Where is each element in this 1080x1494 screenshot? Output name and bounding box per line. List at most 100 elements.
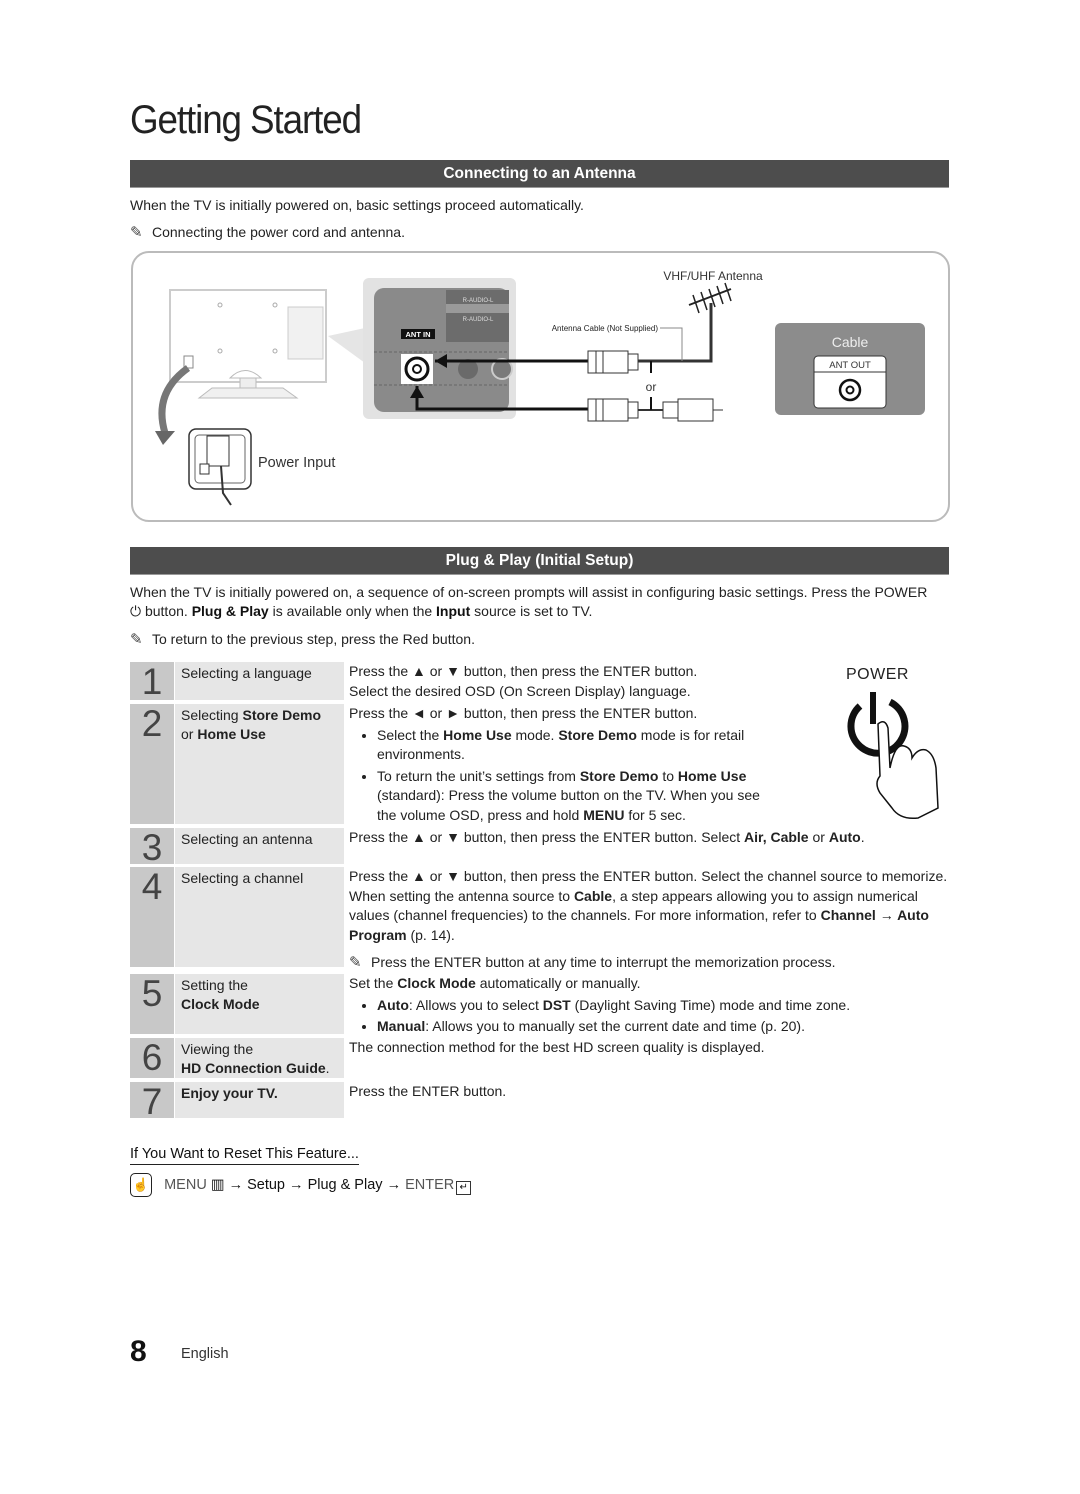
term: MENU: [583, 806, 625, 823]
hand-icon: [876, 721, 939, 820]
bullet-item: Select the Home Use mode. Store Demo mod…: [377, 726, 769, 765]
step-label: Setting the Clock Mode: [175, 974, 344, 1034]
step-label: Selecting a language: [175, 662, 344, 700]
label-text: Selecting: [181, 707, 239, 723]
curved-arrow-icon: [158, 365, 191, 435]
coax-connector-1: [587, 350, 639, 374]
step-number: 2: [130, 704, 174, 824]
power-press-illustration: [847, 692, 939, 820]
vhf-uhf-antenna-label: VHF/UHF Antenna: [663, 269, 763, 283]
ant-in-panel: ANT IN R-AUDIO-L R-AUDIO-L: [363, 278, 516, 419]
antenna-intro: When the TV is initially powered on, bas…: [130, 197, 584, 213]
step-number: 7: [130, 1082, 174, 1122]
term: Store Demo: [558, 726, 637, 743]
page-number: 8: [130, 1335, 147, 1368]
plug-play-term: Plug & Play: [191, 603, 269, 619]
reset-feature-heading: If You Want to Reset This Feature...: [130, 1146, 359, 1165]
power-word: POWER: [874, 584, 928, 600]
step-description: Set the Clock Mode automatically or manu…: [349, 974, 949, 1039]
plug-play-intro: When the TV is initially powered on, a s…: [130, 583, 930, 621]
text: or: [812, 829, 825, 845]
step-label: Selecting Store Demo or Home Use: [175, 704, 344, 824]
step-number: 1: [130, 662, 174, 702]
bullet-item: To return the unit’s settings from Store…: [377, 767, 769, 826]
step-description: Press the ▲ or ▼ button, then press the …: [349, 662, 697, 701]
step-description: The connection method for the best HD sc…: [349, 1039, 765, 1055]
menu-label: MENU: [164, 1176, 207, 1193]
term: Store Demo: [579, 767, 659, 784]
label-term: Clock Mode: [181, 996, 260, 1012]
step-label: Enjoy your TV.: [175, 1082, 344, 1118]
arrow: →: [386, 1176, 402, 1193]
intro-text: source is set to TV.: [474, 603, 593, 619]
ant-in-label: ANT IN: [406, 330, 431, 339]
term: Cable: [573, 887, 613, 904]
enter-icon: ↵: [456, 1180, 472, 1195]
step-description: Press the ▲ or ▼ button, then press the …: [349, 867, 949, 973]
power-input-label: Power Input: [258, 455, 335, 471]
antenna-note-text: Connecting the power cord and antenna.: [152, 224, 405, 240]
step-note: ✎ Press the ENTER button at any time to i…: [349, 953, 949, 973]
note-pencil-icon: ✎: [130, 224, 143, 241]
step-label: Selecting a channel: [175, 867, 344, 967]
plug-play-label: Plug & Play: [307, 1176, 383, 1193]
tv-back-illustration: [169, 289, 365, 399]
power-input-closeup: [188, 428, 252, 506]
connection-diagram: Power Input ANT IN R-AUDIO-L R-AUDIO-L o…: [131, 251, 950, 522]
plug-play-note: ✎ To return to the previous step, press t…: [130, 630, 475, 649]
arrow: →: [289, 1176, 304, 1193]
section-heading-plug-play: Plug & Play (Initial Setup): [130, 547, 949, 575]
term: Clock Mode: [397, 975, 476, 991]
step-number: 3: [130, 828, 174, 868]
step-description: Press the ENTER button.: [349, 1083, 507, 1099]
term: Manual: [377, 1018, 426, 1034]
power-symbol-icon: ⏻: [130, 603, 145, 619]
step-number: 5: [130, 974, 174, 1034]
term: Home Use: [677, 767, 747, 784]
intro-text: is available only when the: [272, 603, 433, 619]
menu-grid-icon: ▥: [210, 1176, 225, 1193]
audio-label-1: R-AUDIO-L: [463, 298, 494, 304]
label-text: or: [181, 726, 194, 742]
label-term: Enjoy your TV.: [181, 1085, 278, 1101]
text: Set the: [349, 975, 394, 991]
label-text: Setting the: [181, 977, 248, 993]
label-term: Home Use: [197, 726, 266, 742]
reset-menu-path: ☝ MENU ▥ → Setup → Plug & Play → ENTER ↵: [130, 1173, 472, 1197]
step-number: 4: [130, 867, 174, 967]
text: for 5 sec.: [628, 806, 686, 823]
step-desc-line: Press the ▲ or ▼ button, then press the …: [349, 663, 698, 679]
step-description: Press the ▲ or ▼ button, then press the …: [349, 828, 949, 848]
term: Home Use: [443, 726, 512, 743]
text: : Allows you to select: [408, 996, 539, 1013]
intro-text: When the TV is initially powered on, a s…: [130, 584, 871, 600]
step-number: 6: [130, 1038, 174, 1078]
bullet-item: Manual: Allows you to manually set the c…: [377, 1017, 949, 1037]
text: .: [860, 829, 865, 845]
audio-label-2: R-AUDIO-L: [463, 317, 494, 323]
term: Air, Cable: [744, 829, 809, 845]
power-illustration-label: POWER: [846, 666, 909, 683]
note-text: Press the ENTER button at any time to in…: [371, 954, 836, 970]
connection-diagram-svg: Power Input ANT IN R-AUDIO-L R-AUDIO-L o…: [155, 269, 925, 506]
plug-play-note-text: To return to the previous step, press th…: [152, 631, 475, 647]
cable-box: Cable ANT OUT: [775, 323, 925, 415]
or-label: or: [646, 380, 657, 394]
on-screen-menu-icon: ☝: [130, 1173, 152, 1197]
text: : Allows you to manually set the current…: [425, 1018, 805, 1034]
step-label: Viewing the HD Connection Guide.: [175, 1038, 344, 1078]
antenna-cable-label: Antenna Cable (Not Supplied): [552, 324, 659, 333]
intro-text: button.: [144, 603, 188, 619]
label-text: .: [325, 1060, 330, 1076]
step-desc-line: Set the Clock Mode automatically or manu…: [349, 974, 949, 994]
step-label: Selecting an antenna: [175, 828, 344, 864]
bullet-item: Auto: Allows you to select DST (Daylight…: [377, 996, 949, 1016]
step-description: Press the ◄ or ► button, then press the …: [349, 704, 769, 827]
step-desc-paragraph: Press the ▲ or ▼ button, then press the …: [349, 867, 949, 945]
input-term: Input: [436, 603, 471, 619]
cable-box-title: Cable: [832, 334, 869, 350]
page-language: English: [181, 1346, 229, 1362]
term: Auto: [828, 829, 861, 845]
text: (standard): Press the volume button on t…: [377, 787, 760, 823]
step-desc-line: Press the ◄ or ► button, then press the …: [349, 705, 698, 721]
